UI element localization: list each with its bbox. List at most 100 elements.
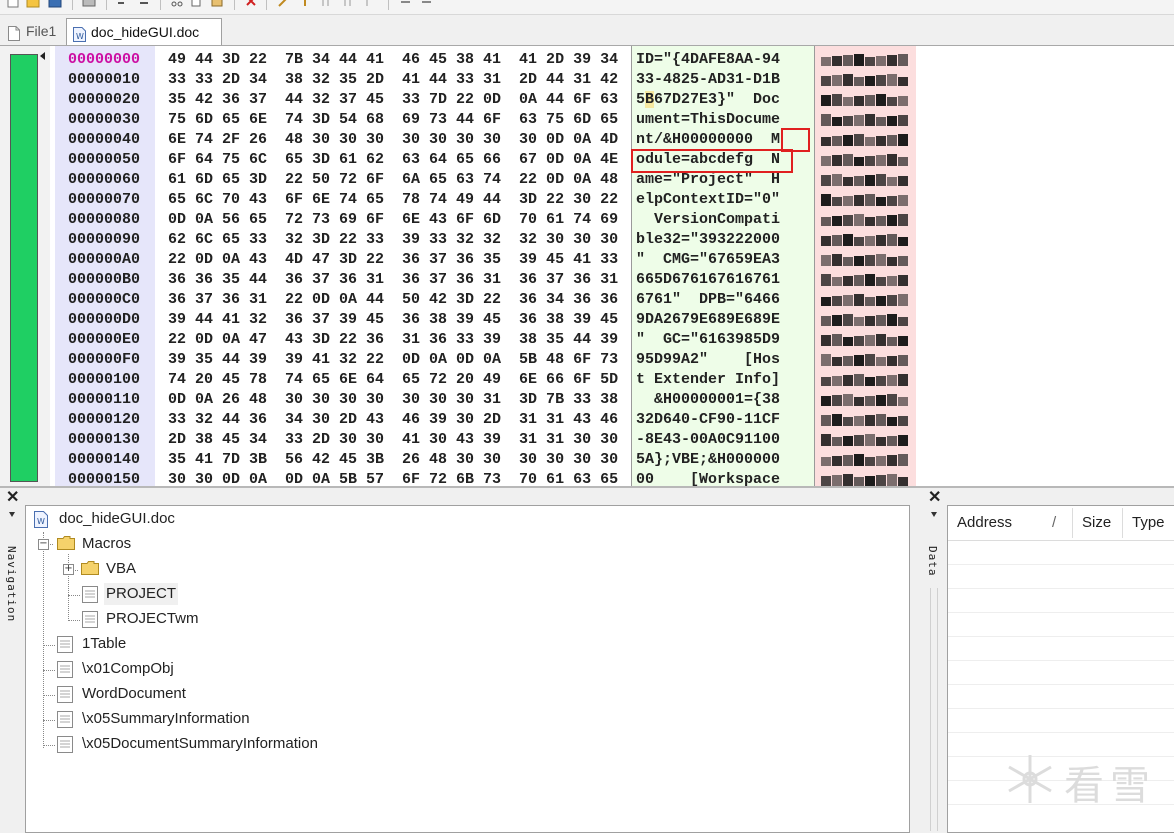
bookmark-next-icon[interactable] — [342, 0, 356, 8]
tree-item-1table[interactable]: 1Table — [82, 633, 126, 655]
ascii-row[interactable]: " CMG="67659EA3 — [636, 250, 780, 270]
redo-icon[interactable] — [136, 0, 150, 8]
tree-item-project[interactable]: PROJECT — [104, 583, 179, 605]
tree-item-summaryinformation[interactable]: \x05SummaryInformation — [82, 708, 250, 730]
ascii-row[interactable]: 5A};VBE;&H000000 — [636, 450, 780, 470]
ascii-row[interactable]: VersionCompati — [636, 210, 780, 230]
goto-icon[interactable] — [298, 0, 312, 8]
bookmark-clear-icon[interactable] — [364, 0, 378, 8]
hex-row[interactable]: 33 32 44 36 34 30 2D 43 46 39 30 2D 31 3… — [168, 410, 618, 430]
pin-icon[interactable] — [9, 512, 15, 517]
close-icon[interactable]: ✕ — [928, 487, 941, 507]
collapse-icon[interactable]: − — [38, 539, 49, 550]
ascii-row[interactable]: 9DA2679E689E689E — [636, 310, 780, 330]
forward-icon[interactable] — [420, 0, 434, 8]
paste-icon[interactable] — [210, 0, 224, 8]
column-header-type[interactable]: Type — [1132, 506, 1165, 540]
hex-row[interactable]: 2D 38 45 34 33 2D 30 30 41 30 43 39 31 3… — [168, 430, 618, 450]
hex-row[interactable]: 65 6C 70 43 6F 6E 74 65 78 74 49 44 3D 2… — [168, 190, 618, 210]
bookmark-icon[interactable] — [320, 0, 334, 8]
ascii-row[interactable]: nt/&H00000000 M — [636, 130, 780, 150]
ascii-row[interactable]: 665D676167616761 — [636, 270, 780, 290]
hex-row[interactable]: 35 42 36 37 44 32 37 45 33 7D 22 0D 0A 4… — [168, 90, 618, 110]
column-header-address[interactable]: Address — [957, 506, 1012, 540]
tab-doc-hidegui[interactable]: W doc_hideGUI.doc — [66, 18, 222, 45]
hex-row[interactable]: 22 0D 0A 43 4D 47 3D 22 36 37 36 35 39 4… — [168, 250, 618, 270]
hex-row[interactable]: 0D 0A 26 48 30 30 30 30 30 30 30 31 3D 7… — [168, 390, 618, 410]
print-icon[interactable] — [82, 0, 96, 8]
ascii-row[interactable]: elpContextID="0" — [636, 190, 780, 210]
watermark-text: 看雪 — [1064, 763, 1156, 809]
open-icon[interactable] — [26, 0, 40, 8]
cut-icon[interactable] — [170, 0, 184, 8]
hex-bytes-column[interactable]: 49 44 3D 22 7B 34 44 41 46 45 38 41 41 2… — [155, 46, 631, 488]
ascii-row[interactable]: t Extender Info] — [636, 370, 780, 390]
data-panel-scrollbar[interactable] — [930, 588, 938, 831]
ascii-row[interactable]: 5B67D27E3}" Doc — [636, 90, 780, 110]
word-doc-icon: W — [34, 511, 48, 533]
ascii-row[interactable]: " GC="6163985D9 — [636, 330, 780, 350]
navigation-tree[interactable]: W doc_hideGUI.doc − Macros + VBA PROJECT… — [25, 505, 910, 833]
pane-splitter[interactable] — [911, 488, 917, 831]
tab-file1[interactable]: File1 — [2, 18, 66, 44]
ascii-row[interactable]: ble32="393222000 — [636, 230, 780, 250]
tree-item-worddocument[interactable]: WordDocument — [82, 683, 186, 705]
ascii-row[interactable]: &H00000001={38 — [636, 390, 780, 410]
dbcs-glyph-row — [821, 173, 909, 187]
hex-row[interactable]: 22 0D 0A 47 43 3D 22 36 31 36 33 39 38 3… — [168, 330, 618, 350]
hex-row[interactable]: 6E 74 2F 26 48 30 30 30 30 30 30 30 30 0… — [168, 130, 618, 150]
find-icon[interactable] — [276, 0, 290, 8]
pin-icon[interactable] — [931, 512, 937, 517]
hex-row[interactable]: 75 6D 65 6E 74 3D 54 68 69 73 44 6F 63 7… — [168, 110, 618, 130]
expand-icon[interactable]: + — [63, 564, 74, 575]
hex-row[interactable]: 35 41 7D 3B 56 42 45 3B 26 48 30 30 30 3… — [168, 450, 618, 470]
hex-editor[interactable]: 00000000 00000010 00000020 00000030 0000… — [0, 45, 1174, 488]
watermark: 看雪 — [1002, 751, 1162, 811]
ascii-row[interactable]: 33-4825-AD31-D1B — [636, 70, 780, 90]
hex-row[interactable]: 49 44 3D 22 7B 34 44 41 46 45 38 41 41 2… — [168, 50, 618, 70]
undo-icon[interactable] — [116, 0, 130, 8]
hex-row[interactable]: 39 44 41 32 36 37 39 45 36 38 39 45 36 3… — [168, 310, 618, 330]
save-icon[interactable] — [48, 0, 62, 8]
hex-row[interactable]: 33 33 2D 34 38 32 35 2D 41 44 33 31 2D 4… — [168, 70, 618, 90]
tree-item-projectwm[interactable]: PROJECTwm — [106, 608, 199, 630]
ascii-row[interactable]: ument=ThisDocume — [636, 110, 780, 130]
ascii-row[interactable]: 32D640-CF90-11CF — [636, 410, 780, 430]
hex-row[interactable]: 39 35 44 39 39 41 32 22 0D 0A 0D 0A 5B 4… — [168, 350, 618, 370]
delete-icon[interactable] — [244, 0, 258, 8]
address-cell: 00000110 — [68, 391, 141, 408]
ascii-row[interactable]: 95D99A2" [Hos — [636, 350, 780, 370]
column-header-size[interactable]: Size — [1082, 506, 1111, 540]
tree-item-macros[interactable]: Macros — [82, 533, 131, 555]
tree-item-root[interactable]: doc_hideGUI.doc — [59, 508, 175, 530]
ascii-column[interactable]: ID="{4DAFE8AA-94 33-4825-AD31-D1B 5B67D2… — [631, 46, 815, 488]
hex-row[interactable]: 36 36 35 44 36 37 36 31 36 37 36 31 36 3… — [168, 270, 618, 290]
ascii-row[interactable]: ame="Project" H — [636, 170, 780, 190]
dbcs-glyph-row — [821, 273, 909, 287]
dbcs-glyph-row — [821, 133, 909, 147]
stream-icon — [82, 611, 98, 633]
dbcs-glyph-row — [821, 253, 909, 267]
hex-row[interactable]: 62 6C 65 33 32 3D 22 33 39 33 32 32 32 3… — [168, 230, 618, 250]
hex-row[interactable]: 74 20 45 78 74 65 6E 64 65 72 20 49 6E 6… — [168, 370, 618, 390]
position-marker-icon[interactable] — [40, 52, 45, 60]
hex-row[interactable]: 61 6D 65 3D 22 50 72 6F 6A 65 63 74 22 0… — [168, 170, 618, 190]
close-icon[interactable]: ✕ — [6, 487, 19, 507]
copy-icon[interactable] — [190, 0, 204, 8]
address-cell: 00000040 — [68, 131, 141, 148]
ascii-row[interactable]: ID="{4DAFE8AA-94 — [636, 50, 780, 70]
ascii-row[interactable]: 6761" DPB="6466 — [636, 290, 780, 310]
tree-item-compobj[interactable]: \x01CompObj — [82, 658, 174, 680]
hex-row[interactable]: 36 37 36 31 22 0D 0A 44 50 42 3D 22 36 3… — [168, 290, 618, 310]
stream-icon — [57, 636, 73, 658]
new-icon[interactable] — [6, 0, 20, 8]
address-cell: 00000080 — [68, 211, 141, 228]
hex-row[interactable]: 0D 0A 56 65 72 73 69 6F 6E 43 6F 6D 70 6… — [168, 210, 618, 230]
back-icon[interactable] — [398, 0, 412, 8]
ascii-row[interactable]: -8E43-00A0C91100 — [636, 430, 780, 450]
tree-item-vba[interactable]: VBA — [106, 558, 136, 580]
hex-row[interactable]: 6F 64 75 6C 65 3D 61 62 63 64 65 66 67 0… — [168, 150, 618, 170]
tree-item-documentsummaryinformation[interactable]: \x05DocumentSummaryInformation — [82, 733, 318, 755]
address-cell: 00000090 — [68, 231, 141, 248]
stream-icon — [57, 711, 73, 733]
